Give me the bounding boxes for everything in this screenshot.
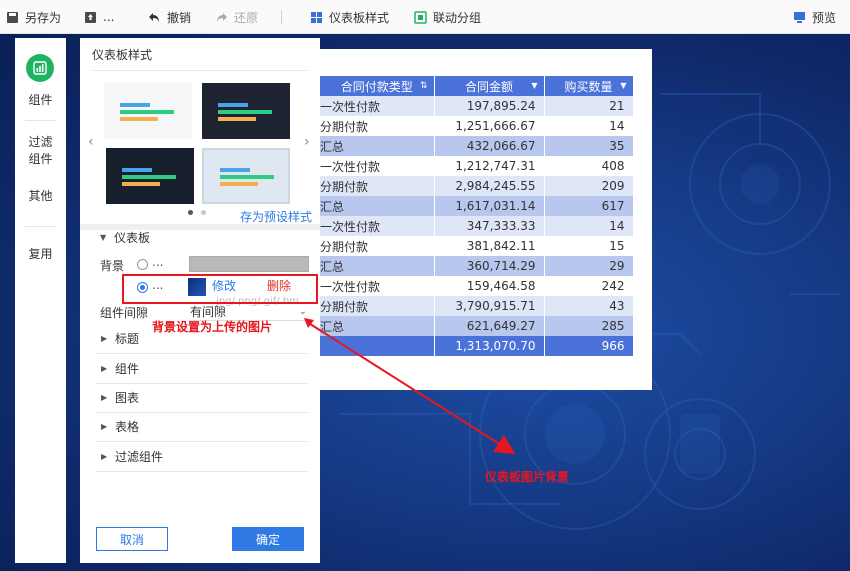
annotation-arrow xyxy=(304,318,516,455)
